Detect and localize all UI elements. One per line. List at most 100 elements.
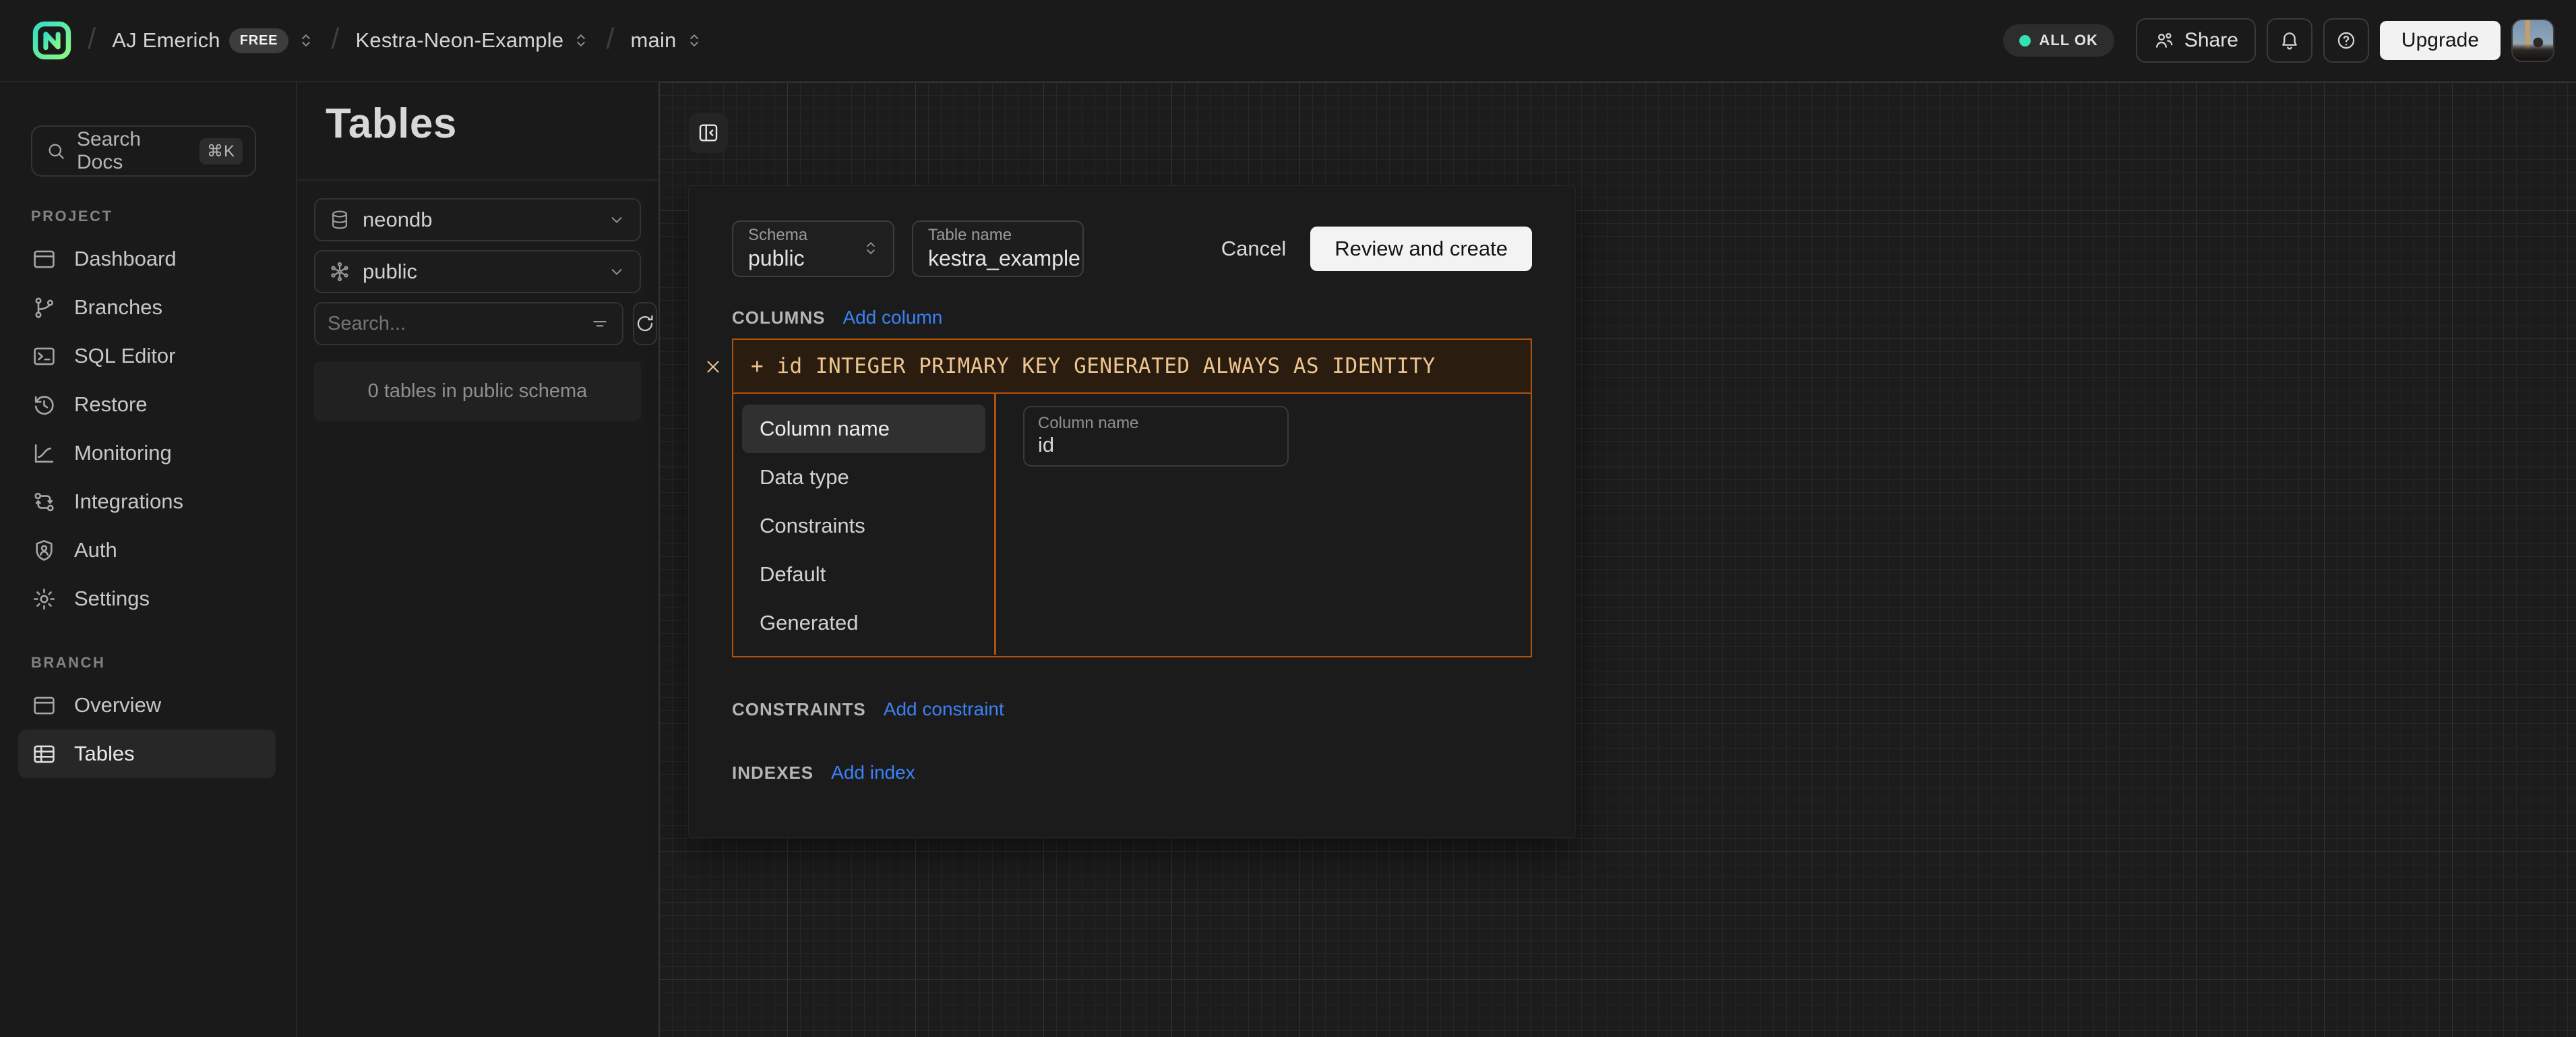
help-button[interactable] [2323,18,2369,63]
dashboard-icon [32,247,57,272]
topbar-actions: ALL OK Share Upgrade [2003,18,2554,63]
page-title: Tables [326,100,658,148]
search-icon [46,141,66,161]
branches-icon [32,295,57,320]
schema-field-value: public [748,246,807,271]
editor-tab-constraints[interactable]: Constraints [742,502,985,550]
table-name-label: Table name [928,226,1080,245]
tables-empty-state: 0 tables in public schema [314,361,641,421]
auth-icon [32,538,57,563]
status-badge[interactable]: ALL OK [2003,24,2114,57]
editor-tab-generated[interactable]: Generated [742,599,985,647]
sort-updown-icon[interactable] [572,29,590,52]
sidebar-section-title: PROJECT [31,208,296,225]
settings-icon [32,587,57,612]
sidebar-item-branches[interactable]: Branches [18,283,276,332]
sidebar-item-sql-editor[interactable]: SQL Editor [18,332,276,380]
status-badge-label: ALL OK [2039,32,2097,49]
schema-select[interactable]: public [314,250,641,293]
filter-icon[interactable] [590,314,610,334]
tables-search-row [314,302,641,345]
breadcrumb-item-aj-emerich[interactable]: AJ EmerichFREE [112,28,315,53]
refresh-button[interactable] [633,302,657,345]
sidebar-item-tables[interactable]: Tables [18,730,276,778]
avatar[interactable] [2511,19,2554,62]
sidebar-item-label: Settings [74,587,150,611]
sidebar-item-label: Monitoring [74,441,172,465]
column-editor-tabs: Column nameData typeConstraintsDefaultGe… [733,394,996,655]
keyboard-shortcut-badge: ⌘K [200,138,243,165]
tables-panel-header: Tables [297,82,658,181]
sidebar-item-restore[interactable]: Restore [18,380,276,429]
columns-section-header: COLUMNS Add column [732,306,1532,329]
sidebar-item-label: Integrations [74,490,183,514]
breadcrumb-item-main[interactable]: main [631,28,703,53]
remove-column-button[interactable] [701,355,725,379]
restore-icon [32,392,57,417]
add-column-link[interactable]: Add column [842,307,942,328]
tables-search [314,302,623,345]
sql-editor-icon [32,344,57,369]
tables-panel: Tables neondb public [297,82,659,1037]
review-and-create-button[interactable]: Review and create [1310,227,1532,271]
sidebar-item-dashboard[interactable]: Dashboard [18,235,276,283]
main-layout: Search Docs ⌘K PROJECTDashboardBranchesS… [0,82,2576,1037]
overview-icon [32,693,57,718]
sort-updown-icon[interactable] [297,29,315,52]
share-button-label: Share [2184,29,2238,52]
column-name-input[interactable]: Column name id [1023,406,1289,467]
breadcrumb-separator: / [331,22,339,56]
dialog-schema-select[interactable]: Schema public [732,220,894,277]
constraints-section-label: CONSTRAINTS [732,699,866,720]
monitoring-icon [32,441,57,466]
schema-field-label: Schema [748,226,807,245]
upgrade-button-label: Upgrade [2401,29,2479,52]
editor-tab-default[interactable]: Default [742,550,985,599]
breadcrumb-item-kestra-neon-example[interactable]: Kestra-Neon-Example [356,28,590,53]
add-index-link[interactable]: Add index [831,762,915,783]
sidebar-section-title: BRANCH [31,654,296,672]
sidebar-item-monitoring[interactable]: Monitoring [18,429,276,477]
column-editor-fields: Column name id [996,394,1531,655]
share-button[interactable]: Share [2136,18,2256,63]
notifications-button[interactable] [2267,18,2312,63]
close-icon [703,357,723,377]
bell-icon [2279,30,2300,51]
sort-updown-icon[interactable] [685,29,703,52]
dialog-actions: Cancel Review and create [1221,227,1532,271]
breadcrumb-separator: / [88,22,96,56]
sidebar-item-integrations[interactable]: Integrations [18,477,276,526]
table-name-value: kestra_example [928,246,1080,271]
tables-panel-controls: neondb public [297,181,658,421]
neon-logo[interactable] [32,21,71,60]
editor-tab-column-name[interactable]: Column name [742,405,985,453]
tables-search-input[interactable] [328,313,582,335]
sidebar-item-auth[interactable]: Auth [18,526,276,574]
search-docs-button[interactable]: Search Docs ⌘K [31,125,256,177]
breadcrumb-separator: / [606,22,614,56]
sidebar-item-settings[interactable]: Settings [18,574,276,623]
create-table-dialog: Schema public Table name kestra_example … [688,185,1576,838]
column-ddl-row[interactable]: + id INTEGER PRIMARY KEY GENERATED ALWAY… [733,340,1531,394]
sidebar-item-label: Auth [74,538,117,562]
add-constraint-link[interactable]: Add constraint [884,699,1004,720]
table-name-field[interactable]: Table name kestra_example [912,220,1084,277]
breadcrumb-label: Kestra-Neon-Example [356,28,564,53]
sidebar-item-label: Overview [74,693,161,717]
dialog-header: Schema public Table name kestra_example … [732,218,1532,279]
cancel-button[interactable]: Cancel [1221,237,1287,261]
collapse-panel-icon [697,121,720,144]
sidebar: Search Docs ⌘K PROJECTDashboardBranchesS… [0,82,297,1037]
database-select[interactable]: neondb [314,198,641,241]
sidebar-item-label: Dashboard [74,247,177,271]
sidebar-item-overview[interactable]: Overview [18,681,276,730]
editor-tab-data-type[interactable]: Data type [742,453,985,502]
sort-updown-icon [862,237,880,260]
columns-section-label: COLUMNS [732,307,825,328]
collapse-panel-button[interactable] [689,113,728,153]
neon-console-app: / AJ EmerichFREE / Kestra-Neon-Example / main… [0,0,2576,1037]
database-select-value: neondb [363,208,432,232]
tables-icon [32,742,57,767]
upgrade-button[interactable]: Upgrade [2380,21,2501,60]
breadcrumb: / AJ EmerichFREE / Kestra-Neon-Example / main [32,21,703,60]
